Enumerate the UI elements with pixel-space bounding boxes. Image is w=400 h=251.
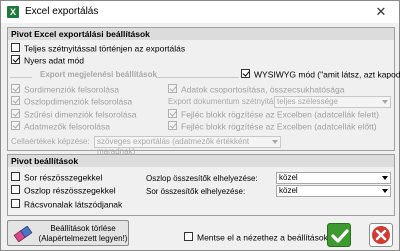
chevron-down-icon [272,140,278,144]
eraser-icon [13,226,33,242]
grid-lines-option[interactable]: Rácsvonalak látszódjanak [11,199,122,210]
right-option-checkbox[interactable] [168,109,177,119]
cancel-button[interactable] [369,223,393,247]
data-grouping-checkbox[interactable] [168,84,177,94]
left-option-2[interactable]: Szűrési dimenziók felsorolása [11,109,136,120]
cell-text-label: Cellaértékek képzése: [11,137,90,146]
col-subtotals-checkbox[interactable] [11,185,20,195]
pivot-export-header: Pivot Excel exportálási beállítások [8,28,394,40]
display-settings-header: Export megjelenési beállítások [40,70,157,79]
save-for-view-checkbox[interactable] [184,232,193,242]
left-option-3[interactable]: Adatmezők felsorolása [11,121,110,132]
grid-lines-label: Rácsvonalak látszódjanak [24,199,123,210]
right-option-label: Fejléc blokk rögzítése az Excelben (adat… [181,109,379,120]
divider-right [156,77,239,78]
reset-settings-button[interactable]: Beállítások törlése (Alapértelmezett leg… [7,220,129,246]
left-option-label: Sordimenziók felsorolása [24,84,119,95]
full-recalc-label: Teljes szétnyitással történjen az export… [24,43,186,54]
data-grouping-label: Adatok csoportosítása, összecsukhatósága [181,84,345,95]
divider-left [10,77,32,78]
grid-lines-checkbox[interactable] [11,199,20,209]
full-recalc-checkbox[interactable] [11,43,20,53]
chevron-down-icon [382,189,388,193]
left-option-1[interactable]: Oszlopdimenziók felsorolása [11,96,132,107]
row-totals-pos-label: Sor összesítők elhelyezése: [146,187,246,196]
export-doc-width-value: teljes szélessége [277,97,338,106]
raw-mode-checkbox[interactable] [11,55,20,65]
chevron-down-icon [382,176,388,180]
left-option-0[interactable]: Sordimenziók felsorolása [11,84,119,95]
excel-icon: X [7,6,19,18]
cell-text-select[interactable]: szöveges exportálás (adatmezők értékként… [94,136,281,156]
ok-button[interactable] [327,223,351,247]
export-doc-width-label: Export dokumentum szétnyitása: [168,97,285,106]
col-totals-pos-select[interactable]: közel [276,172,391,184]
checkmark-icon [331,229,349,243]
raw-mode-option[interactable]: Nyers adat mód [11,55,84,66]
left-option-label: Adatmezők felsorolása [24,121,110,132]
cancel-icon [372,226,390,244]
left-option-label: Oszlopdimenziók felsorolása [24,96,133,107]
save-for-view-label: Mentse el a nézethez a beállításokat [197,232,335,243]
row-subtotals-option[interactable]: Sor részösszegekkel [11,172,102,183]
col-subtotals-option[interactable]: Oszlop részösszegekkel [11,185,116,196]
wysiwyg-label: WYSIWYG mód ("amit látsz, azt kapod") [254,69,400,80]
save-for-view-option[interactable]: Mentse el a nézethez a beállításokat [184,232,335,243]
right-option-1[interactable]: Fejléc blokk rögzítése az Excelben (adat… [168,121,377,132]
reset-settings-label: Beállítások törlése (Alapértelmezett leg… [38,224,128,243]
left-option-label: Szűrési dimenziók felsorolása [24,109,137,120]
col-subtotals-label: Oszlop részösszegekkel [24,185,116,196]
row-totals-pos-value: közel [279,186,298,195]
window-title: Excel exportálás [25,6,99,17]
data-grouping-option[interactable]: Adatok csoportosítása, összecsukhatósága [168,84,344,95]
left-option-checkbox[interactable] [11,121,20,131]
row-subtotals-checkbox[interactable] [11,172,20,182]
right-option-checkbox[interactable] [168,121,177,131]
title-bar: X Excel exportálás ✕ [1,1,399,23]
wysiwyg-option[interactable]: WYSIWYG mód ("amit látsz, azt kapod") [241,69,400,80]
export-dialog: X Excel exportálás ✕ Pivot Excel exportá… [0,0,400,251]
export-doc-width-select[interactable]: teljes szélessége [274,96,391,108]
pivot-export-group: Pivot Excel exportálási beállítások Telj… [7,27,400,156]
wysiwyg-checkbox[interactable] [241,69,250,79]
left-option-checkbox[interactable] [11,96,20,106]
chevron-down-icon [382,100,388,104]
right-option-label: Fejléc blokk rögzítése az Excelben (adat… [181,121,377,132]
right-option-0[interactable]: Fejléc blokk rögzítése az Excelben (adat… [168,109,379,120]
left-option-checkbox[interactable] [11,109,20,119]
close-icon[interactable]: ✕ [367,3,395,21]
left-option-checkbox[interactable] [11,84,20,94]
col-totals-pos-label: Oszlop összesítők elhelyezése: [146,174,258,183]
row-subtotals-label: Sor részösszegekkel [24,172,103,183]
pivot-settings-group: Pivot beállítások Sor részösszegekkel Os… [7,154,395,216]
row-totals-pos-select[interactable]: közel [276,185,391,197]
raw-mode-label: Nyers adat mód [24,55,84,66]
full-recalc-option[interactable]: Teljes szétnyitással történjen az export… [11,43,185,54]
col-totals-pos-value: közel [279,173,298,182]
pivot-settings-header: Pivot beállítások [8,155,394,167]
